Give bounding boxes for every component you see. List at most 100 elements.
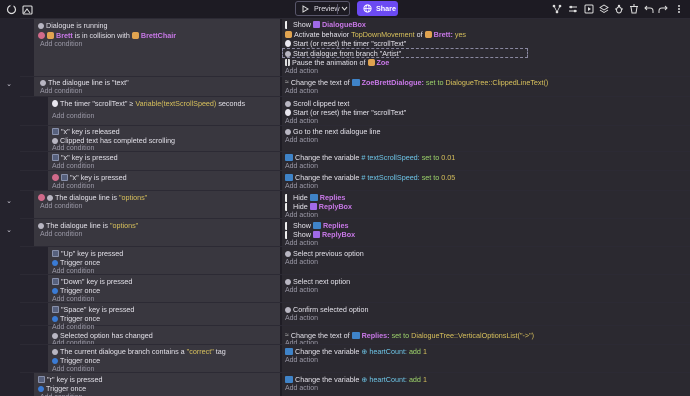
add-action-link[interactable]: Add action [285,314,318,323]
variable-scope-icon: # [361,173,366,182]
collapse-chevron-icon[interactable]: ⌄ [5,198,13,206]
event-row[interactable]: "Space" key is pressed Trigger once Conf… [20,302,690,325]
event-row[interactable]: "x" key is pressed Add condition Change … [20,151,690,170]
collapse-chevron-icon[interactable]: ⌄ [5,227,13,235]
action[interactable]: Select next option [285,277,350,286]
condition[interactable]: Trigger once [38,384,86,393]
add-condition-link[interactable]: Add condition [40,40,82,49]
play-icon [302,4,309,13]
condition[interactable]: The dialogue line is "options" [38,193,147,202]
add-action-link[interactable]: Add action [285,67,318,76]
condition[interactable]: The dialogue line is "text" [40,78,129,87]
gallery-icon[interactable] [20,2,34,16]
object-icon [312,231,320,238]
chevron-down-icon[interactable] [341,5,348,12]
trigger-once-icon [52,315,58,322]
condition[interactable]: The current dialogue branch contains a "… [52,347,226,356]
condition[interactable]: Trigger once [52,314,100,323]
action[interactable]: Confirm selected option [285,305,369,314]
event-row[interactable]: "x" key is pressed Add condition Change … [20,170,690,190]
settings-sliders-icon[interactable] [567,2,579,16]
collapse-chevron-icon[interactable]: ⌄ [5,81,13,89]
add-action-link[interactable]: Add action [285,356,318,365]
action[interactable]: Show ReplyBox [285,230,355,239]
condition[interactable]: "x" key is released [52,127,120,136]
event-row[interactable]: Add condition Selected option has change… [20,324,690,347]
event-row[interactable]: "x" key is released Clipped text has com… [20,125,690,152]
behavior-icon [285,31,292,38]
add-action-link[interactable]: Add action [285,286,318,295]
action[interactable]: Select previous option [285,249,364,258]
action[interactable]: Activate behavior TopDownMovement of Bre… [285,30,466,39]
show-icon [285,230,291,239]
preview-button[interactable]: Preview [295,1,350,16]
condition[interactable]: "Space" key is pressed [52,305,134,314]
more-icon[interactable] [673,2,685,16]
add-action-link[interactable]: Add action [285,136,318,145]
condition[interactable]: "Up" key is pressed [52,249,123,258]
condition[interactable]: The dialogue line is "options" [38,221,138,230]
action[interactable]: Hide ReplyBox [285,202,352,211]
event-row[interactable]: "Down" key is pressed Trigger once Add c… [20,274,690,303]
action[interactable]: Change the variable # textScrollSpeed: s… [285,153,455,162]
undo-icon[interactable] [643,2,655,16]
layers-icon[interactable] [598,2,610,16]
action[interactable]: Scroll clipped text [285,99,349,108]
timer-icon [285,40,291,47]
condition[interactable]: Trigger once [52,258,100,267]
condition[interactable]: "x" key is pressed [52,173,127,182]
dialogue-icon [40,79,46,86]
share-button[interactable]: Share [357,1,398,16]
dialogue-icon [52,348,58,355]
trash-icon[interactable] [628,2,640,16]
action[interactable]: Start (or reset) the timer "scrollText" [285,39,406,48]
brett-sprite-icon [47,32,54,39]
event-row[interactable]: The dialogue line is "options" Add condi… [20,218,690,247]
redo-icon[interactable] [657,2,669,16]
add-condition-link[interactable]: Add condition [40,87,82,96]
action[interactable]: Start (or reset) the timer "scrollText" [285,108,406,117]
add-action-link[interactable]: Add action [285,258,318,267]
event-row[interactable]: "Up" key is pressed Trigger once Add con… [20,246,690,275]
network-icon[interactable] [551,2,563,16]
condition[interactable]: "x" key is pressed [52,153,118,162]
trigger-once-icon [52,259,58,266]
action[interactable]: Change the variable ⊕ heartCount: add 1 [285,375,427,384]
add-condition-link[interactable]: Add condition [52,112,94,121]
text-object-icon [309,194,318,201]
condition[interactable]: Brett is in collision with BrettChair [38,31,176,40]
action[interactable]: Hide Replies [285,193,345,202]
event-gutter: ⌄ ⌄ ⌄ [0,18,20,396]
action[interactable]: Change the variable ⊕ heartCount: add 1 [285,347,427,356]
action[interactable]: Show DialogueBox [285,20,366,29]
add-condition-link[interactable]: Add condition [40,230,82,239]
add-action-link[interactable]: Add action [285,87,318,96]
condition[interactable]: "Down" key is pressed [52,277,132,286]
condition[interactable]: Trigger once [52,286,100,295]
action[interactable]: Start dialogue from branch "Artist" [285,49,401,58]
bug-icon[interactable] [613,2,625,16]
add-condition-link[interactable]: Add condition [40,202,82,211]
action[interactable]: ≈ Change the text of ZoeBrettDialogue: s… [285,78,548,87]
event-row[interactable]: The dialogue line is "text" Add conditio… [20,76,690,96]
play-debug-icon[interactable] [583,2,595,16]
event-row[interactable]: The dialogue line is "options" Add condi… [20,190,690,219]
keyboard-icon [52,154,59,161]
event-row[interactable]: The timer "scrollText" ≥ Variable(textSc… [20,96,690,125]
event-row[interactable]: "r" key is pressed Trigger once Add cond… [20,372,690,396]
restart-icon[interactable] [4,2,18,16]
action[interactable]: Show Replies [285,221,349,230]
condition[interactable]: Trigger once [52,356,100,365]
add-action-link[interactable]: Add action [285,384,318,393]
condition[interactable]: The timer "scrollText" ≥ Variable(textSc… [52,99,245,108]
action[interactable]: Change the variable # textScrollSpeed: s… [285,173,455,182]
condition[interactable]: "r" key is pressed [38,375,102,384]
action[interactable]: Pause the animation of Zoe [285,58,389,67]
text-object-icon [351,332,360,339]
event-row[interactable]: The current dialogue branch contains a "… [20,344,690,373]
action[interactable]: Go to the next dialogue line [285,127,381,136]
event-row[interactable]: Dialogue is running Brett is in collisio… [20,18,690,76]
condition[interactable]: Dialogue is running [38,21,108,30]
pause-icon [285,59,290,66]
action[interactable]: ≈ Change the text of Replies: set to Dia… [285,331,534,340]
